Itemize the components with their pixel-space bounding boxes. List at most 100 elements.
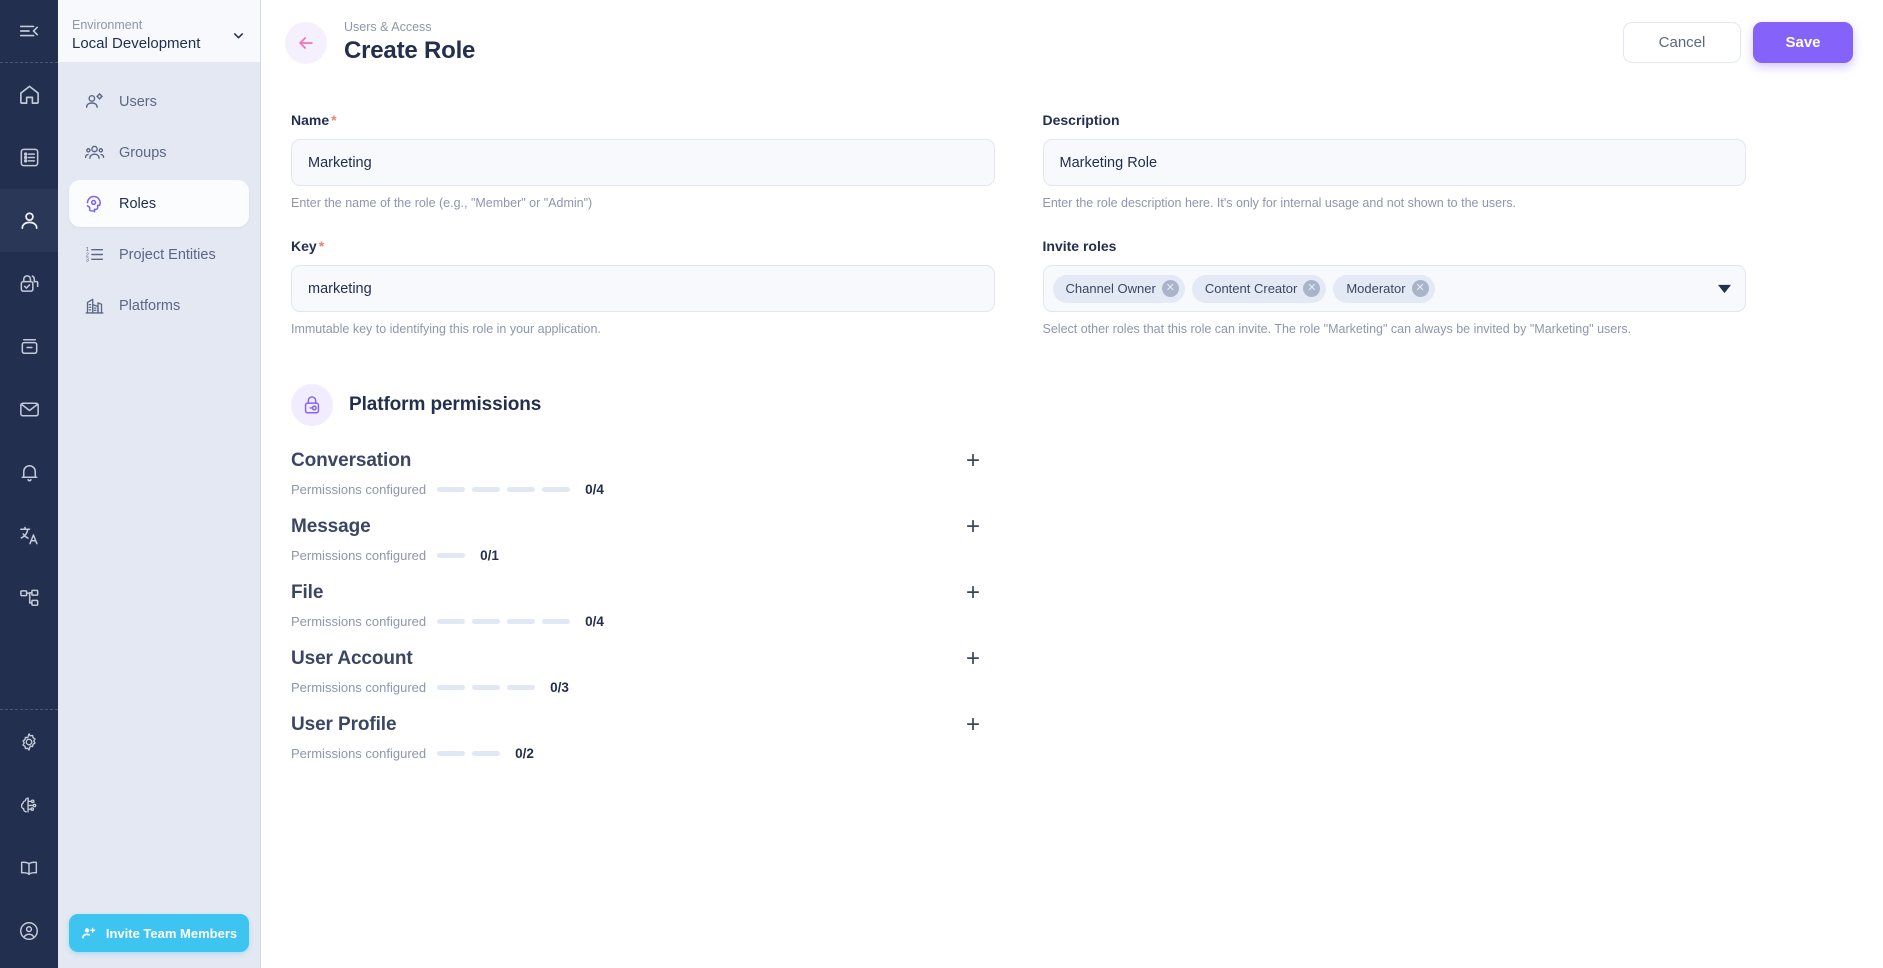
form-grid: Name* Enter the name of the role (e.g., … [291,112,1746,364]
permission-group-meta: Permissions configured 0/4 [291,614,986,629]
rail-item-archive[interactable] [0,315,58,378]
brain-circuit-icon [18,794,40,816]
save-button[interactable]: Save [1753,22,1853,63]
rail-item-users[interactable] [0,189,58,252]
page-title-block: Users & Access Create Role [344,19,475,66]
home-icon [18,83,41,106]
app-root: Environment Local Development Users Grou… [0,0,1883,968]
permissions-configured-label: Permissions configured [291,614,427,629]
permissions-configured-label: Permissions configured [291,680,427,695]
description-help-text: Enter the role description here. It's on… [1042,196,1517,210]
close-circle-icon[interactable]: ✕ [1303,280,1321,297]
permission-group-row: User Account + [291,646,986,672]
secondary-sidebar: Environment Local Development Users Grou… [58,0,261,968]
invite-button-label: Invite Team Members [105,925,238,941]
collapse-menu-icon [18,20,40,42]
sidebar-item-groups[interactable]: Groups [69,129,249,176]
lock-check-icon [18,272,41,295]
permission-group-name: User Profile [291,714,397,735]
close-circle-icon[interactable]: ✕ [1411,280,1429,297]
archive-box-icon [18,335,41,358]
permission-group-user-account: User Account + Permissions configured 0/… [291,646,986,696]
invite-team-members-button[interactable]: Invite Team Members [69,914,249,952]
rail-item-sitemap[interactable] [0,567,58,630]
permissions-configured-label: Permissions configured [291,482,427,497]
close-circle-icon[interactable]: ✕ [1161,280,1179,297]
sidebar-item-project-entities[interactable]: 1 2 3 Project Entities [69,231,249,278]
rail-item-security[interactable] [0,252,58,315]
plus-icon[interactable]: + [960,514,986,540]
role-chip-label: Content Creator [1204,281,1298,296]
account-circle-icon [18,920,40,942]
rail-item-translate[interactable] [0,504,58,567]
name-label: Name * [291,112,995,128]
sidebar-item-label: Roles [119,195,157,212]
permission-group-file: File + Permissions configured 0/4 [291,580,986,630]
platform-permissions-title: Platform permissions [349,394,542,415]
permission-progress [437,487,571,492]
invite-roles-select[interactable]: Channel Owner ✕ Content Creator ✕ Modera… [1042,265,1746,312]
permission-count: 0/3 [550,680,569,695]
permission-group-meta: Permissions configured 0/4 [291,482,986,497]
page-title: Create Role [344,37,476,64]
rail-icon-list [0,63,58,630]
permission-group-meta: Permissions configured 0/2 [291,746,986,761]
name-label-text: Name [291,112,330,128]
rail-item-settings[interactable] [0,710,58,773]
book-icon [18,857,40,879]
sidebar-item-label: Project Entities [119,246,216,263]
role-chip[interactable]: Moderator ✕ [1333,274,1435,303]
rail-toggle-button[interactable] [0,0,58,62]
permission-group-name: File [291,582,324,603]
environment-selector[interactable]: Environment Local Development [58,0,260,62]
permission-group-row: Conversation + [291,448,986,474]
invite-button-wrap: Invite Team Members [58,914,260,968]
cancel-button[interactable]: Cancel [1623,22,1741,63]
sidebar-item-label: Users [119,93,157,110]
sidebar-item-users[interactable]: Users [69,78,249,125]
description-label: Description [1043,112,1747,128]
chevron-down-icon [231,28,246,43]
user-icon [18,209,41,232]
platform-permissions-header: Platform permissions [291,384,1853,426]
rail-item-lists[interactable] [0,126,58,189]
envelope-icon [18,398,41,421]
permission-count: 0/4 [585,482,604,497]
description-input[interactable] [1042,139,1746,186]
permission-count: 0/2 [515,746,534,761]
invite-roles-label-text: Invite roles [1042,238,1117,254]
required-marker: * [318,238,325,254]
main-area: Users & Access Create Role Cancel Save N… [261,0,1883,968]
rail-item-ai[interactable] [0,773,58,836]
role-chip[interactable]: Channel Owner ✕ [1052,274,1185,303]
rail-item-home[interactable] [0,63,58,126]
breadcrumb: Users & Access [344,20,432,34]
chevron-down-icon[interactable] [1718,284,1731,293]
plus-icon[interactable]: + [960,448,986,474]
name-input[interactable] [291,139,995,186]
permission-progress [437,751,501,756]
plus-icon[interactable]: + [960,646,986,672]
field-description: Description Enter the role description h… [1042,112,1747,212]
page-header: Users & Access Create Role Cancel Save [261,0,1883,85]
key-input[interactable] [291,265,995,312]
icon-rail [0,0,58,968]
role-chip[interactable]: Content Creator ✕ [1191,274,1327,303]
rail-item-docs[interactable] [0,836,58,899]
rail-item-notifications[interactable] [0,441,58,504]
sidebar-item-platforms[interactable]: Platforms [69,282,249,329]
rail-item-account[interactable] [0,899,58,962]
head-gear-icon [83,193,105,215]
rail-item-mail[interactable] [0,378,58,441]
sidebar-item-label: Groups [119,144,167,161]
plus-icon[interactable]: + [960,580,986,606]
sitemap-icon [18,587,41,610]
key-label-text: Key [291,238,317,254]
back-button[interactable] [285,21,327,64]
plus-icon[interactable]: + [960,712,986,738]
name-help-text: Enter the name of the role (e.g., "Membe… [291,196,593,210]
field-invite-roles: Invite roles Channel Owner ✕ Content Cre… [1042,238,1746,338]
permission-progress [437,553,466,558]
sidebar-item-roles[interactable]: Roles [69,180,249,227]
